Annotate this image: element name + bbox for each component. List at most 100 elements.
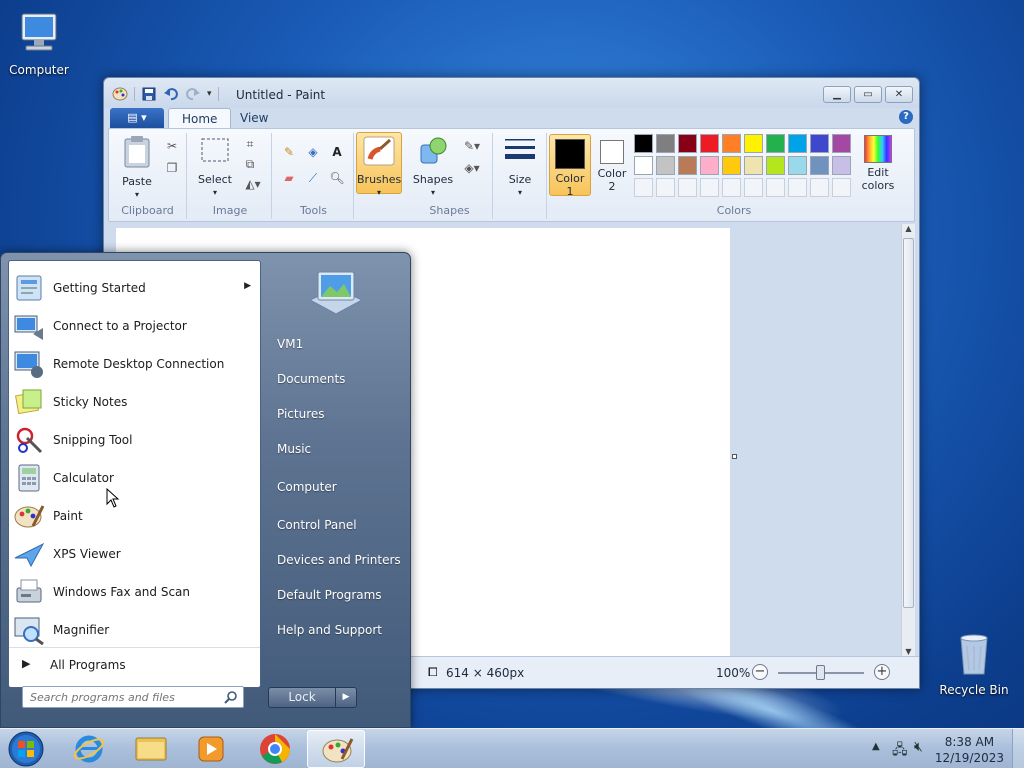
start-button-icon[interactable] (6, 730, 46, 768)
help-icon[interactable]: ? (899, 110, 913, 124)
close-button[interactable]: ✕ (885, 86, 913, 103)
brushes-button[interactable]: Brushes ▾ (356, 132, 402, 197)
tab-view[interactable]: View (227, 108, 281, 129)
palette-custom-slot[interactable] (788, 178, 807, 197)
start-link-pictures[interactable]: Pictures (277, 407, 325, 421)
show-hidden-icons-icon[interactable]: ▲ (872, 741, 880, 752)
taskbar-internet-explorer[interactable] (60, 730, 118, 768)
palette-swatch[interactable] (744, 156, 763, 175)
start-link-default-programs[interactable]: Default Programs (277, 588, 382, 602)
start-link-devices-and-printers[interactable]: Devices and Printers (277, 553, 401, 567)
palette-swatch[interactable] (722, 134, 741, 153)
copy-icon[interactable]: ❐ (163, 159, 181, 177)
customize-qat-icon[interactable]: ▾ (207, 89, 212, 99)
palette-swatch[interactable] (656, 134, 675, 153)
palette-swatch[interactable] (656, 156, 675, 175)
palette-custom-slot[interactable] (744, 178, 763, 197)
paint-app-icon[interactable] (112, 86, 128, 102)
palette-swatch[interactable] (810, 134, 829, 153)
palette-custom-slot[interactable] (810, 178, 829, 197)
start-link-vm1[interactable]: VM1 (277, 337, 303, 351)
taskbar-media-player[interactable] (182, 730, 240, 768)
program-item-calculator[interactable]: Calculator (13, 460, 259, 496)
palette-custom-slot[interactable] (766, 178, 785, 197)
palette-custom-slot[interactable] (700, 178, 719, 197)
save-icon[interactable] (141, 86, 157, 102)
palette-swatch[interactable] (700, 134, 719, 153)
scroll-up-icon[interactable]: ▲ (902, 224, 915, 233)
outline-icon[interactable]: ✎▾ (459, 137, 485, 155)
palette-swatch[interactable] (766, 156, 785, 175)
palette-swatch[interactable] (678, 134, 697, 153)
shapes-button[interactable]: Shapes ▾ (411, 135, 455, 199)
undo-icon[interactable] (163, 86, 179, 102)
shutdown-options-arrow-icon[interactable]: ▶ (336, 687, 357, 708)
color2-button[interactable]: Color 2 (594, 138, 630, 193)
program-item-snipping-tool[interactable]: Snipping Tool (13, 422, 259, 458)
user-picture-icon[interactable] (304, 270, 368, 320)
size-button[interactable]: Size ▾ (501, 135, 539, 199)
program-item-magnifier[interactable]: Magnifier (13, 612, 259, 648)
palette-custom-slot[interactable] (634, 178, 653, 197)
cut-icon[interactable]: ✂ (163, 137, 181, 155)
program-item-windows-fax-and-scan[interactable]: Windows Fax and Scan (13, 574, 259, 610)
start-link-documents[interactable]: Documents (277, 372, 345, 386)
palette-swatch[interactable] (766, 134, 785, 153)
start-link-computer[interactable]: Computer (277, 480, 337, 494)
canvas-resize-handle[interactable] (732, 454, 737, 459)
zoom-out-button[interactable]: − (752, 664, 768, 680)
palette-swatch[interactable] (832, 134, 851, 153)
palette-custom-slot[interactable] (722, 178, 741, 197)
crop-icon[interactable]: ⌗ (241, 135, 259, 153)
color-picker-icon[interactable]: ⟋ (304, 169, 322, 187)
color1-button[interactable]: Color 1 (549, 134, 591, 198)
palette-swatch[interactable] (634, 134, 653, 153)
palette-swatch[interactable] (744, 134, 763, 153)
start-link-control-panel[interactable]: Control Panel (277, 518, 357, 532)
palette-swatch[interactable] (678, 156, 697, 175)
palette-swatch[interactable] (788, 156, 807, 175)
magnifier-icon[interactable]: 🔍︎ (328, 169, 346, 187)
taskbar-paint[interactable] (307, 730, 365, 768)
clock[interactable]: 8:38 AM 12/19/2023 (935, 734, 1004, 766)
select-button[interactable]: Select ▾ (195, 135, 235, 199)
palette-swatch[interactable] (788, 134, 807, 153)
zoom-slider-thumb[interactable] (816, 665, 825, 680)
rotate-icon[interactable]: ◭▾ (241, 175, 265, 193)
palette-swatch[interactable] (722, 156, 741, 175)
palette-custom-slot[interactable] (656, 178, 675, 197)
volume-muted-icon[interactable]: 🔇︎ (914, 739, 923, 755)
pencil-icon[interactable]: ✎ (280, 143, 298, 161)
program-item-sticky-notes[interactable]: Sticky Notes (13, 384, 259, 420)
submenu-arrow-icon[interactable]: ▶ (244, 281, 251, 291)
palette-swatch[interactable] (832, 156, 851, 175)
search-input[interactable] (23, 687, 213, 707)
all-programs-button[interactable]: ▶ All Programs (9, 647, 260, 681)
palette-swatch[interactable] (700, 156, 719, 175)
shape-fill-icon[interactable]: ◈▾ (459, 159, 485, 177)
tab-home[interactable]: Home (168, 108, 232, 129)
maximize-button[interactable]: ▭ (854, 86, 882, 103)
program-item-getting-started[interactable]: Getting Started ▶ (13, 270, 259, 306)
taskbar-chrome[interactable] (246, 730, 304, 768)
scroll-thumb[interactable] (903, 238, 914, 608)
desktop-icon-computer[interactable]: Computer (1, 10, 77, 77)
start-link-help-and-support[interactable]: Help and Support (277, 623, 382, 637)
scroll-down-icon[interactable]: ▼ (902, 647, 915, 656)
fill-icon[interactable]: ◈ (304, 143, 322, 161)
redo-icon[interactable] (185, 86, 201, 102)
palette-custom-slot[interactable] (678, 178, 697, 197)
search-box[interactable] (22, 686, 244, 708)
search-icon[interactable] (224, 690, 238, 704)
program-item-connect-to-a-projector[interactable]: Connect to a Projector (13, 308, 259, 344)
start-link-music[interactable]: Music (277, 442, 311, 456)
program-item-xps-viewer[interactable]: XPS Viewer (13, 536, 259, 572)
network-icon[interactable]: 🖧︎ (892, 739, 908, 763)
paint-menu-button[interactable]: ▤ ▾ (110, 108, 164, 128)
program-item-remote-desktop-connection[interactable]: Remote Desktop Connection (13, 346, 259, 382)
text-icon[interactable]: A (328, 143, 346, 161)
palette-swatch[interactable] (634, 156, 653, 175)
palette-custom-slot[interactable] (832, 178, 851, 197)
minimize-button[interactable]: ▁ (823, 86, 851, 103)
zoom-in-button[interactable]: + (874, 664, 890, 680)
